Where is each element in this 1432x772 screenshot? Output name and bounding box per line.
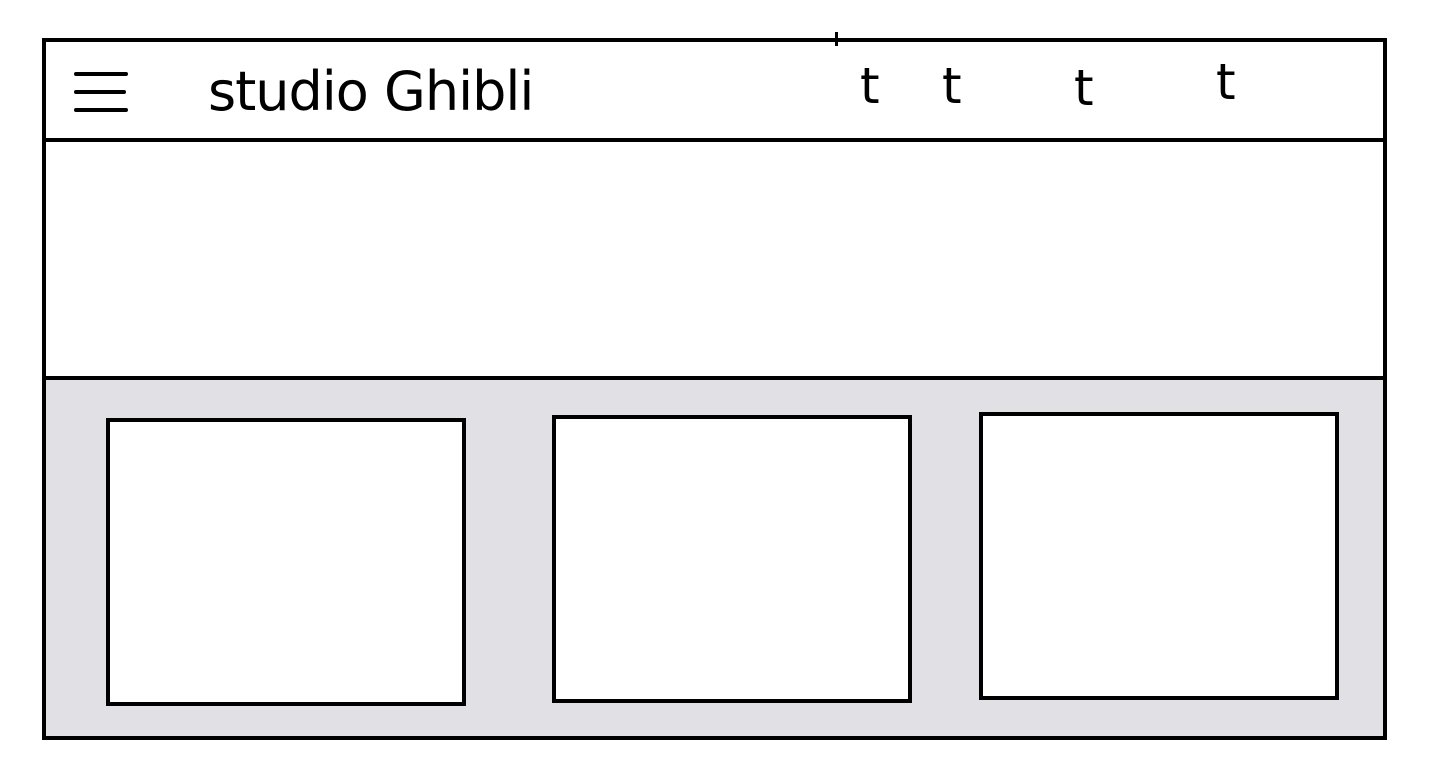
nav-link-1[interactable]: t [860,60,880,112]
menu-line [74,90,126,94]
nav-link-2[interactable]: t [942,60,962,112]
cards-section [46,380,1383,736]
card-2[interactable] [552,415,912,703]
menu-line [74,108,128,112]
wireframe-page: studio Ghibli t t t t [42,32,1387,740]
navbar: studio Ghibli t t t t [46,42,1383,142]
card-3[interactable] [979,412,1339,700]
card-1[interactable] [106,418,466,706]
hero-banner [46,142,1383,380]
nav-link-4[interactable]: t [1216,56,1236,108]
hamburger-menu-icon[interactable] [74,68,130,116]
menu-line [74,72,128,76]
brand-title[interactable]: studio Ghibli [208,62,534,122]
nav-link-3[interactable]: t [1074,62,1094,114]
